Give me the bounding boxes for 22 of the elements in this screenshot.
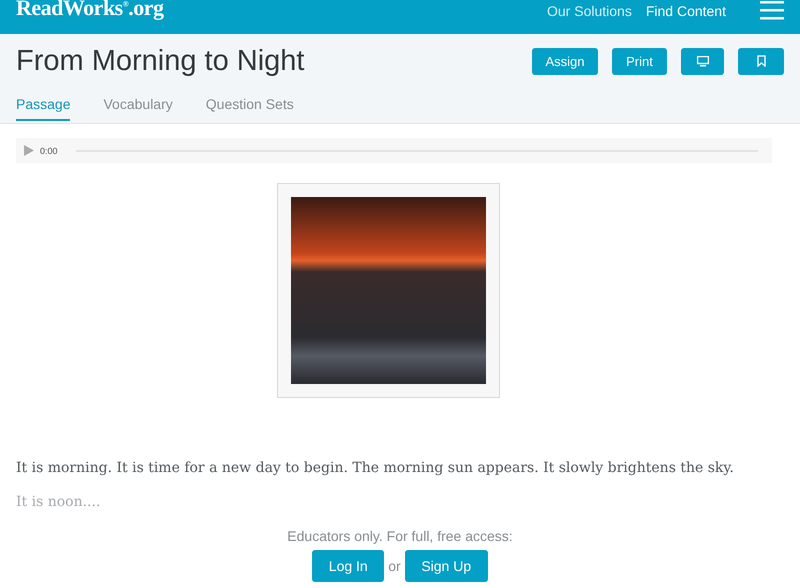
passage-paragraph: It is noon.... [16, 494, 102, 510]
access-prompt: Educators only. For full, free access: [286, 528, 514, 544]
login-button[interactable]: Log In [312, 550, 384, 582]
logo[interactable]: ReadWorks$^{®}$.org [16, 0, 164, 21]
action-button[interactable]: Assign [532, 48, 598, 74]
nav-link[interactable]: Find Content [646, 3, 726, 19]
passage-title: From Morning to Night [16, 44, 304, 78]
monitor-icon [696, 56, 708, 66]
bookmark-icon [756, 55, 766, 67]
signup-button[interactable]: Sign Up [404, 550, 488, 582]
or-text: or [388, 558, 401, 574]
play-icon[interactable] [24, 145, 34, 156]
monitor-button[interactable] [681, 48, 724, 74]
tab[interactable]: Question Sets [206, 88, 294, 121]
tab[interactable]: Passage [16, 88, 70, 121]
bookmark-button[interactable] [738, 48, 784, 74]
nav-link[interactable]: Our Solutions [547, 3, 632, 19]
tab[interactable]: Vocabulary [103, 88, 173, 121]
audio-time: 0:00 [40, 146, 58, 156]
action-button[interactable]: Print [612, 48, 667, 74]
menu-icon[interactable] [760, 1, 784, 21]
passage-paragraph: It is morning. It is time for a new day to begin. The morning sun appears. It slowly brightens the sky. [16, 460, 735, 476]
